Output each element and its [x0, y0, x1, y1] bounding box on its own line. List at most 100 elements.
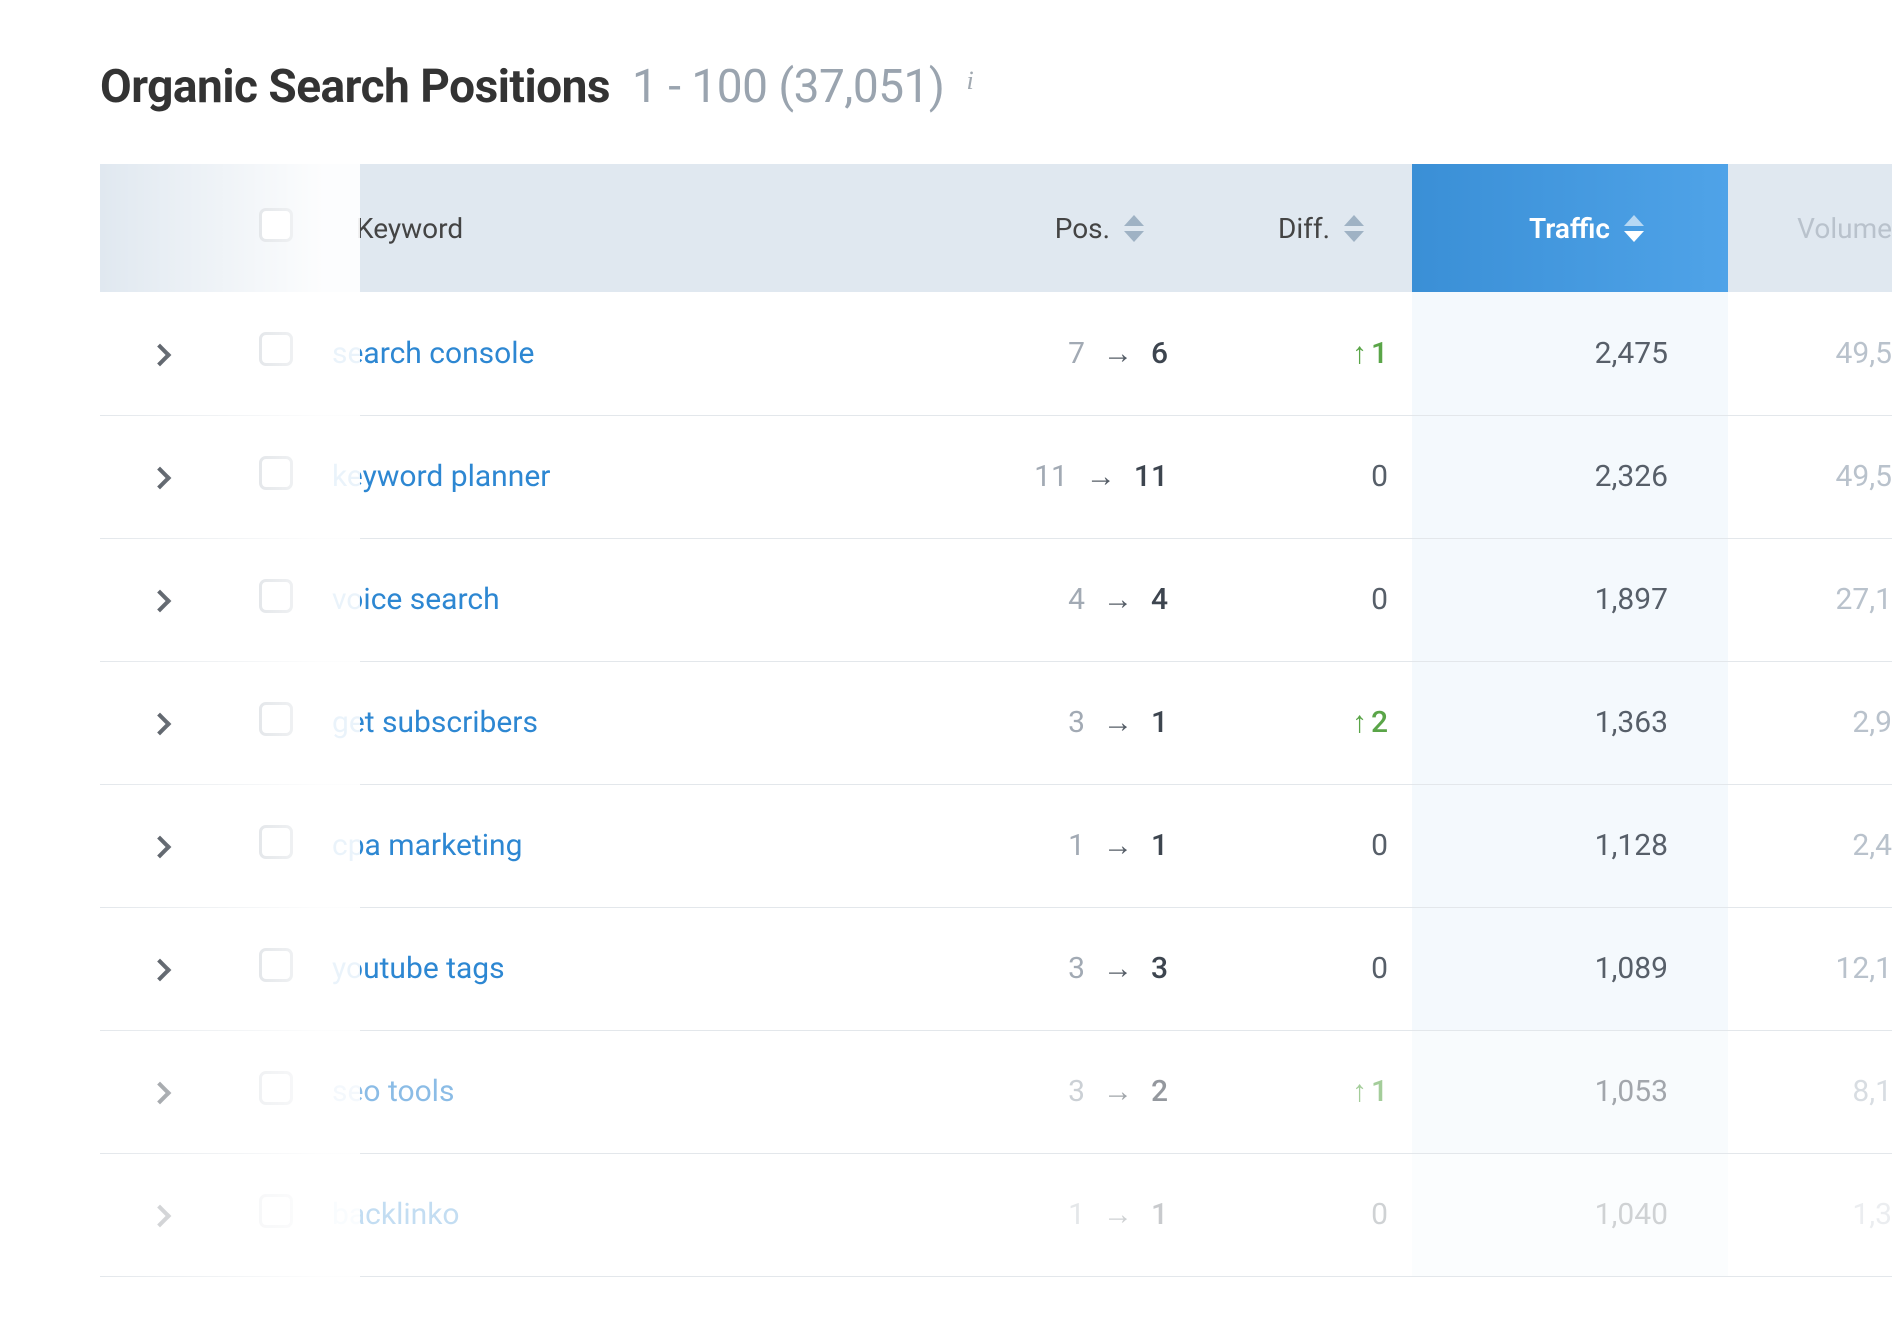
col-pos[interactable]: Pos.: [908, 164, 1192, 292]
arrow-right-icon: →: [1086, 459, 1116, 494]
sort-icon: [1624, 215, 1644, 242]
chevron-right-icon[interactable]: [149, 590, 172, 613]
col-volume[interactable]: Volume: [1728, 164, 1892, 292]
pos-to: 1: [1151, 705, 1168, 740]
volume-value: 2,4: [1728, 784, 1892, 907]
diff-zero: 0: [1371, 1197, 1388, 1232]
info-icon[interactable]: i: [966, 66, 973, 96]
chevron-right-icon[interactable]: [149, 713, 172, 736]
chevron-right-icon[interactable]: [149, 467, 172, 490]
pos-to: 1: [1151, 1197, 1168, 1232]
position-cell: 4 → 4: [1068, 582, 1168, 617]
position-cell: 3 → 1: [1068, 705, 1168, 740]
traffic-value: 2,326: [1412, 415, 1728, 538]
volume-value: 12,1: [1728, 907, 1892, 1030]
keyword-link[interactable]: seo tools: [332, 1074, 454, 1109]
sort-icon: [1344, 215, 1364, 242]
select-all-checkbox[interactable]: [259, 208, 293, 242]
keyword-link[interactable]: get subscribers: [332, 705, 538, 740]
volume-value: 2,9: [1728, 661, 1892, 784]
volume-value: 49,5: [1728, 292, 1892, 415]
arrow-right-icon: →: [1103, 705, 1133, 740]
row-checkbox[interactable]: [259, 1071, 293, 1105]
row-checkbox[interactable]: [259, 579, 293, 613]
page-title: Organic Search Positions: [100, 60, 610, 114]
traffic-value: 1,089: [1412, 907, 1728, 1030]
position-cell: 1 → 1: [1068, 1197, 1168, 1232]
pos-from: 1: [1068, 1197, 1085, 1232]
diff-zero: 0: [1371, 582, 1388, 617]
position-cell: 3→3: [1068, 951, 1168, 986]
diff-zero: 0: [1371, 951, 1388, 986]
keyword-link[interactable]: cpa marketing: [332, 828, 522, 863]
row-checkbox[interactable]: [259, 948, 293, 982]
col-traffic[interactable]: Traffic: [1412, 164, 1728, 292]
pos-to: 1: [1151, 828, 1168, 863]
pos-from: 4: [1068, 582, 1085, 617]
traffic-value: 2,475: [1412, 292, 1728, 415]
pos-to: 2: [1151, 1074, 1168, 1109]
row-checkbox[interactable]: [259, 332, 293, 366]
pos-from: 7: [1068, 336, 1085, 371]
sort-icon: [1124, 215, 1144, 242]
diff-up: ↑1: [1352, 1074, 1388, 1109]
chevron-right-icon[interactable]: [149, 836, 172, 859]
col-traffic-label: Traffic: [1529, 212, 1610, 245]
position-cell: 7 → 6: [1068, 336, 1168, 371]
traffic-value: 1,053: [1412, 1030, 1728, 1153]
col-pos-label: Pos.: [1055, 212, 1110, 245]
keyword-link[interactable]: voice search: [332, 582, 500, 617]
row-checkbox[interactable]: [259, 1194, 293, 1228]
table-row: get subscribers3→1↑21,3632,9: [100, 661, 1892, 784]
table-row: cpa marketing 1 → 1 0 1,1282,4: [100, 784, 1892, 907]
arrow-right-icon: →: [1103, 582, 1133, 617]
row-checkbox[interactable]: [259, 825, 293, 859]
chevron-right-icon[interactable]: [149, 959, 172, 982]
pos-from: 11: [1034, 459, 1068, 494]
arrow-up-icon: ↑: [1352, 705, 1367, 740]
position-cell: 11 → 11: [1034, 459, 1168, 494]
col-diff[interactable]: Diff.: [1192, 164, 1412, 292]
volume-value: 49,5: [1728, 415, 1892, 538]
pos-from: 1: [1068, 828, 1085, 863]
positions-table: Keyword Pos. Diff. Traffic: [100, 164, 1892, 1277]
col-keyword-label: Keyword: [356, 212, 463, 245]
traffic-value: 1,128: [1412, 784, 1728, 907]
arrow-right-icon: →: [1103, 828, 1133, 863]
pos-from: 3: [1068, 951, 1085, 986]
chevron-right-icon[interactable]: [149, 1205, 172, 1228]
volume-value: 1,3: [1728, 1153, 1892, 1276]
col-expand: [100, 164, 220, 292]
page-range: 1 - 100 (37,051): [632, 60, 944, 114]
diff-up: ↑1: [1352, 336, 1388, 371]
arrow-right-icon: →: [1103, 336, 1133, 371]
pos-to: 11: [1134, 459, 1168, 494]
table-row: voice search4→401,89727,1: [100, 538, 1892, 661]
table-row: youtube tags 3→3 0 1,08912,1: [100, 907, 1892, 1030]
table-row: backlinko1→101,0401,3: [100, 1153, 1892, 1276]
keyword-link[interactable]: search console: [332, 336, 534, 371]
position-cell: 3→2: [1068, 1074, 1168, 1109]
pos-to: 6: [1151, 336, 1168, 371]
table-row: search console 7 → 6 ↑1 2,47549,5: [100, 292, 1892, 415]
keyword-link[interactable]: youtube tags: [332, 951, 505, 986]
col-diff-label: Diff.: [1278, 212, 1330, 245]
diff-zero: 0: [1371, 828, 1388, 863]
keyword-link[interactable]: backlinko: [332, 1197, 460, 1232]
arrow-up-icon: ↑: [1352, 336, 1367, 371]
pos-to: 4: [1151, 582, 1168, 617]
row-checkbox[interactable]: [259, 702, 293, 736]
col-keyword[interactable]: Keyword: [332, 164, 908, 292]
chevron-right-icon[interactable]: [149, 1082, 172, 1105]
chevron-right-icon[interactable]: [149, 343, 172, 366]
arrow-up-icon: ↑: [1352, 1074, 1367, 1109]
arrow-right-icon: →: [1103, 1197, 1133, 1232]
pos-from: 3: [1068, 1074, 1085, 1109]
traffic-value: 1,363: [1412, 661, 1728, 784]
diff-zero: 0: [1371, 459, 1388, 494]
pos-from: 3: [1068, 705, 1085, 740]
row-checkbox[interactable]: [259, 456, 293, 490]
col-volume-label: Volume: [1797, 212, 1892, 245]
table-row: seo tools3→2↑11,0538,1: [100, 1030, 1892, 1153]
keyword-link[interactable]: keyword planner: [332, 459, 550, 494]
